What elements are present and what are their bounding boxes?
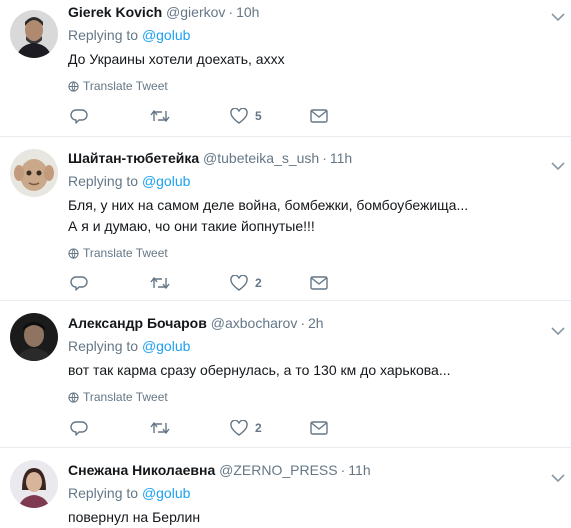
like-count: 2 xyxy=(255,276,262,290)
tweet[interactable]: Шайтан-тюбетейка @tubeteika_s_ush · 11h Re… xyxy=(0,137,571,301)
envelope-icon xyxy=(310,421,328,435)
envelope-icon xyxy=(310,109,328,123)
tweet-text: Бля, у них на самом деле война, бомбежки… xyxy=(68,195,561,237)
retweet-icon xyxy=(150,276,170,290)
tweet-actions: 2 xyxy=(70,420,390,436)
tweet-actions: 5 xyxy=(70,108,390,124)
globe-icon xyxy=(68,80,79,92)
replying-to: Replying to @golub xyxy=(68,483,561,503)
globe-icon xyxy=(68,247,79,259)
avatar[interactable] xyxy=(10,460,58,508)
retweet-icon xyxy=(150,421,170,435)
translate-link[interactable]: Translate Tweet xyxy=(68,390,561,404)
retweet-button[interactable] xyxy=(150,420,230,436)
timestamp[interactable]: 11h xyxy=(330,150,352,166)
timestamp[interactable]: 10h xyxy=(236,4,259,20)
like-count: 2 xyxy=(255,421,262,435)
replying-to: Replying to @golub xyxy=(68,171,561,191)
tweet-text-line: А я и думаю, чо они такие йопнутые!!! xyxy=(68,218,315,234)
separator-dot: · xyxy=(228,4,234,20)
tweet[interactable]: Gierek Kovich @gierkov · 10h Replying to @… xyxy=(0,0,571,137)
translate-label[interactable]: Translate Tweet xyxy=(83,246,168,260)
reply-icon xyxy=(70,109,88,124)
mention-link[interactable]: @golub xyxy=(142,173,190,189)
reply-button[interactable] xyxy=(70,420,150,436)
user-handle[interactable]: @tubeteika_s_ush xyxy=(203,150,319,166)
globe-icon xyxy=(68,391,79,403)
translate-link[interactable]: Translate Tweet xyxy=(68,79,561,93)
translate-label[interactable]: Translate Tweet xyxy=(83,390,168,404)
avatar[interactable] xyxy=(10,313,58,361)
replying-to: Replying to @golub xyxy=(68,25,561,45)
dm-button[interactable] xyxy=(310,421,390,435)
heart-icon xyxy=(230,108,248,124)
tweet-text-line: Бля, у них на самом деле война, бомбежки… xyxy=(68,197,469,213)
translate-link[interactable]: Translate Tweet xyxy=(68,246,561,260)
avatar[interactable] xyxy=(10,10,58,58)
separator-dot: · xyxy=(340,462,346,478)
user-name[interactable]: Gierek Kovich xyxy=(68,4,162,20)
mention-link[interactable]: @golub xyxy=(142,338,190,354)
retweet-button[interactable] xyxy=(150,275,230,291)
tweet-actions: 2 xyxy=(70,275,390,291)
user-name[interactable]: Шайтан-тюбетейка xyxy=(68,150,199,166)
user-name[interactable]: Снежана Николаевна xyxy=(68,462,215,478)
user-name[interactable]: Александр Бочаров xyxy=(68,315,207,331)
reply-icon xyxy=(70,276,88,291)
mention-link[interactable]: @golub xyxy=(142,485,190,501)
reply-button[interactable] xyxy=(70,108,150,124)
like-button[interactable]: 5 xyxy=(230,108,310,124)
like-count: 5 xyxy=(255,109,262,123)
replying-label: Replying to xyxy=(68,338,139,354)
tweet[interactable]: Александр Бочаров @axbocharov · 2h Replyin… xyxy=(0,301,571,448)
retweet-button[interactable] xyxy=(150,108,230,124)
user-handle[interactable]: @ZERNO_PRESS xyxy=(219,462,337,478)
reply-button[interactable] xyxy=(70,275,150,291)
tweet-text: вот так карма сразу обернулась, а то 130… xyxy=(68,362,451,378)
replying-label: Replying to xyxy=(68,27,139,43)
reply-icon xyxy=(70,421,88,436)
avatar[interactable] xyxy=(10,149,58,197)
retweet-icon xyxy=(150,109,170,123)
mention-link[interactable]: @golub xyxy=(142,27,190,43)
separator-dot: · xyxy=(300,315,306,331)
separator-dot: · xyxy=(322,150,327,166)
like-button[interactable]: 2 xyxy=(230,275,310,291)
dm-button[interactable] xyxy=(310,109,390,123)
timestamp[interactable]: 11h xyxy=(348,462,370,478)
tweet-text: До Украины хотели доехать, ахxх xyxy=(68,51,285,67)
replying-to: Replying to @golub xyxy=(68,336,561,356)
replying-label: Replying to xyxy=(68,485,139,501)
timestamp[interactable]: 2h xyxy=(308,315,324,331)
replying-label: Replying to xyxy=(68,173,139,189)
user-handle[interactable]: @axbocharov xyxy=(211,315,298,331)
like-button[interactable]: 2 xyxy=(230,420,310,436)
heart-icon xyxy=(230,420,248,436)
heart-icon xyxy=(230,275,248,291)
user-handle[interactable]: @gierkov xyxy=(166,4,225,20)
tweet[interactable]: Снежана Николаевна @ZERNO_PRESS · 11h Repl… xyxy=(0,448,571,528)
envelope-icon xyxy=(310,276,328,290)
dm-button[interactable] xyxy=(310,276,390,290)
translate-label[interactable]: Translate Tweet xyxy=(83,79,168,93)
